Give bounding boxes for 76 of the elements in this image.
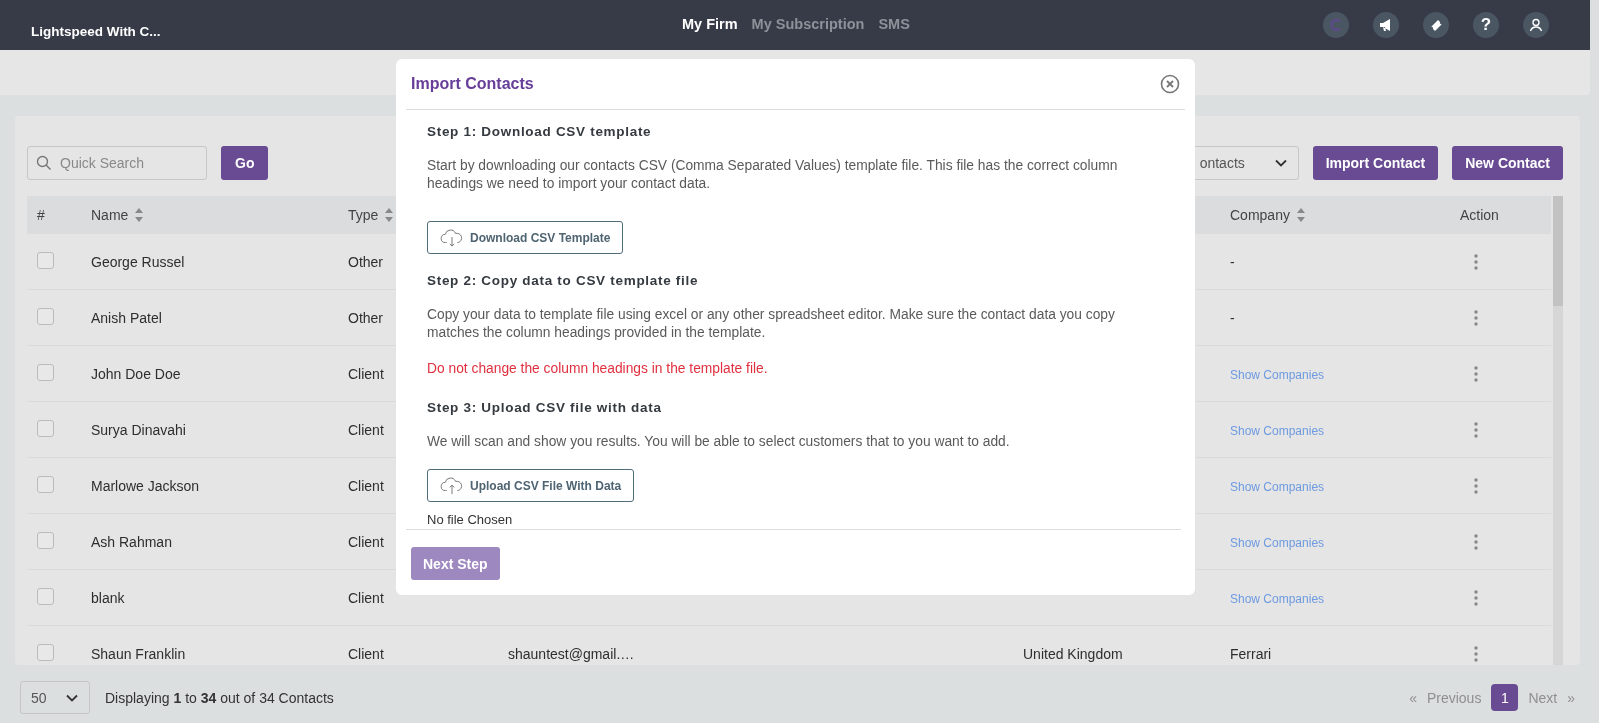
name-cell: John Doe Doe bbox=[91, 365, 181, 382]
more-icon[interactable] bbox=[1474, 309, 1478, 326]
row-checkbox[interactable] bbox=[37, 531, 54, 549]
user-icon[interactable] bbox=[1523, 12, 1549, 38]
name-cell: Surya Dinavahi bbox=[91, 421, 186, 438]
more-icon[interactable] bbox=[1474, 533, 1478, 550]
more-icon[interactable] bbox=[1474, 253, 1478, 270]
column-header[interactable]: Type bbox=[348, 207, 379, 223]
results-summary: Displaying 1 to 34 out of 34 Contacts bbox=[105, 689, 334, 706]
company-cell: Ferrari bbox=[1230, 645, 1272, 662]
column-header[interactable]: Company bbox=[1230, 207, 1290, 223]
column-header[interactable]: Name bbox=[91, 207, 129, 223]
warning-text: Do not change the column headings in the template file. bbox=[427, 360, 768, 378]
sort-icon[interactable] bbox=[134, 207, 145, 223]
sort-icon[interactable] bbox=[1295, 207, 1306, 223]
name-cell: Marlowe Jackson bbox=[91, 477, 200, 494]
cloud-download-icon bbox=[440, 228, 464, 247]
column-header: Action bbox=[1460, 207, 1499, 223]
toolbar-button[interactable]: Import Contact bbox=[1312, 146, 1439, 180]
type-cell: Client bbox=[348, 589, 384, 606]
instruction-text: Start by downloading our contacts CSV (Comma Separated Values) template file. This file has the correct column headings we need to import your contact data. bbox=[427, 157, 1119, 193]
logo-icon[interactable] bbox=[1323, 12, 1349, 38]
ticket-icon[interactable] bbox=[1423, 12, 1449, 38]
instruction-text: Copy your data to template file using excel or any other spreadsheet editor. Make sure the contact data you copy matches the column headings provided in the template. bbox=[427, 306, 1116, 342]
type-cell: Client bbox=[348, 645, 384, 662]
name-cell: Shaun Franklin bbox=[91, 645, 186, 662]
type-cell: Other bbox=[348, 309, 383, 326]
name-cell: George Russel bbox=[91, 253, 185, 270]
name-cell: blank bbox=[91, 589, 125, 606]
search-icon bbox=[36, 155, 52, 171]
email-cell: shauntest@gmail.… bbox=[508, 645, 635, 662]
scrollbar[interactable] bbox=[1553, 196, 1563, 665]
company-cell: - bbox=[1230, 309, 1235, 326]
close-icon[interactable] bbox=[1160, 74, 1180, 94]
brand-name: Lightspeed With C... bbox=[31, 23, 162, 39]
page-number[interactable]: 1 bbox=[1491, 684, 1519, 711]
file-status-text: No file Chosen bbox=[427, 511, 513, 529]
type-cell: Client bbox=[348, 421, 384, 438]
row-checkbox[interactable] bbox=[37, 251, 54, 269]
row-checkbox[interactable] bbox=[37, 419, 54, 437]
more-icon[interactable] bbox=[1474, 589, 1478, 606]
step-heading: Step 1: Download CSV template bbox=[427, 123, 652, 141]
type-cell: Client bbox=[348, 365, 384, 382]
nav-link[interactable]: My Subscription bbox=[751, 16, 865, 32]
step-heading: Step 3: Upload CSV file with data bbox=[427, 399, 662, 417]
name-cell: Ash Rahman bbox=[91, 533, 172, 550]
step-heading: Step 2: Copy data to CSV template file bbox=[427, 272, 699, 290]
type-cell: Client bbox=[348, 477, 384, 494]
country-cell: United Kingdom bbox=[1023, 645, 1123, 662]
search-field[interactable]: Quick Search bbox=[27, 146, 207, 180]
type-cell: Client bbox=[348, 533, 384, 550]
page-size-select[interactable]: 50 bbox=[20, 681, 90, 714]
type-cell: Other bbox=[348, 253, 383, 270]
more-icon[interactable] bbox=[1474, 421, 1478, 438]
megaphone-icon[interactable] bbox=[1373, 12, 1399, 38]
cloud-upload-icon bbox=[440, 476, 464, 495]
more-icon[interactable] bbox=[1474, 477, 1478, 494]
company-cell: - bbox=[1230, 253, 1235, 270]
name-cell: Anish Patel bbox=[91, 309, 162, 326]
row-checkbox[interactable] bbox=[37, 643, 54, 661]
help-icon[interactable]: ? bbox=[1473, 12, 1499, 38]
download-template-button[interactable]: Download CSV Template bbox=[427, 221, 624, 254]
instruction-text: We will scan and show you results. You will be able to select customers that to you want to add. bbox=[427, 433, 1011, 451]
row-checkbox[interactable] bbox=[37, 363, 54, 381]
more-icon[interactable] bbox=[1474, 645, 1478, 662]
row-checkbox[interactable] bbox=[37, 475, 54, 493]
nav-link[interactable]: SMS bbox=[878, 16, 910, 32]
nav-link[interactable]: My Firm bbox=[682, 16, 738, 32]
row-checkbox[interactable] bbox=[37, 587, 54, 605]
row-checkbox[interactable] bbox=[37, 307, 54, 325]
upload-file-button[interactable]: Upload CSV File With Data bbox=[427, 469, 635, 502]
column-header: # bbox=[37, 207, 45, 223]
toolbar-button[interactable]: New Contact bbox=[1452, 146, 1563, 180]
dialog-title: Import Contacts bbox=[411, 75, 534, 93]
go-button[interactable]: Go bbox=[221, 146, 269, 180]
more-icon[interactable] bbox=[1474, 365, 1478, 382]
